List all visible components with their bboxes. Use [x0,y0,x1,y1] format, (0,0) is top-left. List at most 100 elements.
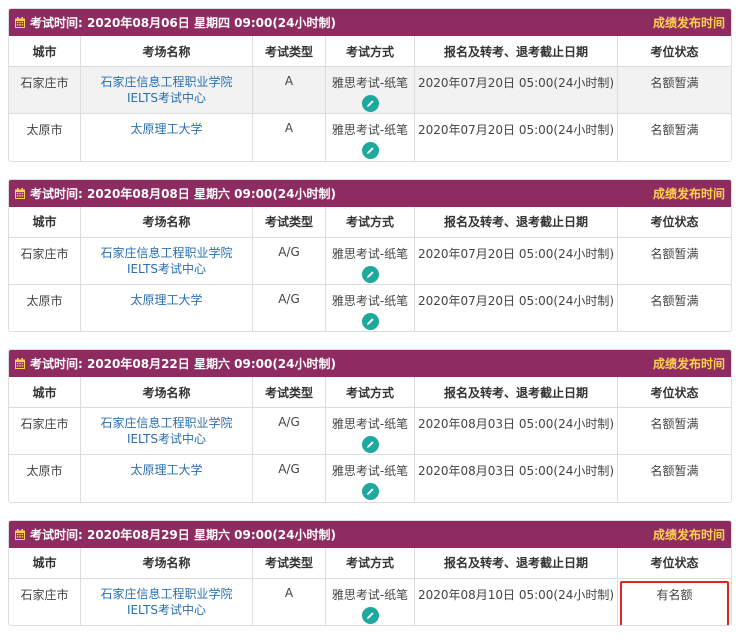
status-cell: 名额暂满 [617,237,731,285]
exam-session-panel: 考试时间: 2020年08月22日 星期六 09:00(24小时制) 成绩发布时… [8,349,732,503]
venue-link[interactable]: 石家庄信息工程职业学院IELTS考试中心 [82,74,251,106]
col-status: 考位状态 [617,377,731,408]
method-cell: 雅思考试-纸笔 [325,66,415,114]
venue-link[interactable]: 太原理工大学 [126,462,206,478]
venue-link[interactable]: 石家庄信息工程职业学院IELTS考试中心 [82,415,251,447]
pencil-icon[interactable] [361,312,379,330]
col-type: 考试类型 [252,377,326,408]
deadline-cell: 2020年07月20日 05:00(24小时制) [414,237,618,285]
city-cell: 石家庄市 [9,407,81,455]
result-release-link[interactable]: 成绩发布时间 [653,185,725,202]
table-row: 石家庄市 石家庄信息工程职业学院IELTS考试中心 A 雅思考试-纸笔 2020… [9,578,732,626]
deadline-cell: 2020年08月03日 05:00(24小时制) [414,407,618,455]
table-row: 石家庄市 石家庄信息工程职业学院IELTS考试中心 A 雅思考试-纸笔 2020… [9,66,731,114]
table-header-row: 城市 考场名称 考试类型 考试方式 报名及转考、退考截止日期 考位状态 [9,36,731,67]
method-label: 雅思考试-纸笔 [331,464,409,478]
col-city: 城市 [9,36,81,67]
exam-session-list: 考试时间: 2020年08月06日 星期四 09:00(24小时制) 成绩发布时… [0,0,739,626]
venue-link[interactable]: 太原理工大学 [126,121,206,137]
col-status: 考位状态 [617,206,731,238]
method-label: 雅思考试-纸笔 [331,246,409,261]
session-title: 考试时间: 2020年08月22日 星期六 09:00(24小时制) [30,357,336,371]
venue-cell: 太原理工大学 [80,284,253,331]
status-cell: 名额暂满 [617,407,731,455]
col-type: 考试类型 [252,547,326,579]
result-release-link[interactable]: 成绩发布时间 [653,526,725,543]
method-label: 雅思考试-纸笔 [331,76,409,90]
col-method: 考试方式 [325,206,415,238]
col-method: 考试方式 [325,547,415,579]
table-header-row: 城市 考场名称 考试类型 考试方式 报名及转考、退考截止日期 考位状态 [9,377,731,408]
type-cell: A [252,578,326,625]
col-status: 考位状态 [617,36,731,67]
venue-link[interactable]: 石家庄信息工程职业学院IELTS考试中心 [82,245,251,277]
result-release-link[interactable]: 成绩发布时间 [653,14,725,31]
session-table: 城市 考场名称 考试类型 考试方式 报名及转考、退考截止日期 考位状态 石家庄市… [9,206,731,331]
exam-session-panel: 考试时间: 2020年08月06日 星期四 09:00(24小时制) 成绩发布时… [8,8,732,162]
venue-cell: 石家庄信息工程职业学院IELTS考试中心 [80,66,253,114]
col-method: 考试方式 [325,36,415,67]
city-cell: 太原市 [9,454,81,502]
session-table: 城市 考场名称 考试类型 考试方式 报名及转考、退考截止日期 考位状态 石家庄市… [9,36,731,161]
session-title: 考试时间: 2020年08月06日 星期四 09:00(24小时制) [30,16,336,30]
status-cell: 名额暂满 [650,123,699,137]
type-cell: A [252,66,326,114]
col-status: 考位状态 [617,547,731,579]
type-cell: A/G [252,237,326,285]
type-cell: A/G [252,284,326,331]
venue-link[interactable]: 石家庄信息工程职业学院IELTS考试中心 [82,586,251,618]
session-table: 城市 考场名称 考试类型 考试方式 报名及转考、退考截止日期 考位状态 石家庄市… [9,547,732,626]
result-release-link[interactable]: 成绩发布时间 [653,355,725,372]
city-cell: 石家庄市 [9,578,81,625]
pencil-icon[interactable] [361,142,379,159]
venue-link[interactable]: 太原理工大学 [126,292,206,308]
col-venue: 考场名称 [80,377,253,408]
type-cell: A/G [252,407,326,455]
method-cell: 雅思考试-纸笔 [325,578,415,625]
status-cell: 有名额 [618,578,732,626]
table-row: 太原市 太原理工大学 A/G 雅思考试-纸笔 2020年08月03日 05:00… [9,454,731,502]
calendar-icon [15,17,25,28]
calendar-icon [15,358,25,369]
method-cell: 雅思考试-纸笔 [325,407,415,455]
col-city: 城市 [9,547,81,579]
deadline-cell: 2020年07月20日 05:00(24小时制) [414,284,618,331]
deadline-cell: 2020年08月03日 05:00(24小时制) [414,454,618,502]
city-cell: 太原市 [9,284,81,331]
pencil-icon[interactable] [361,483,379,500]
col-deadline: 报名及转考、退考截止日期 [414,547,618,579]
exam-session-panel: 考试时间: 2020年08月08日 星期六 09:00(24小时制) 成绩发布时… [8,178,732,332]
table-row: 石家庄市 石家庄信息工程职业学院IELTS考试中心 A/G 雅思考试-纸笔 20… [9,237,731,285]
venue-cell: 石家庄信息工程职业学院IELTS考试中心 [80,407,253,455]
venue-cell: 石家庄信息工程职业学院IELTS考试中心 [80,237,253,285]
session-header: 考试时间: 2020年08月22日 星期六 09:00(24小时制) 成绩发布时… [9,350,731,377]
highlight-box [620,580,729,626]
venue-cell: 太原理工大学 [80,113,253,161]
deadline-cell: 2020年08月10日 05:00(24小时制) [414,578,618,625]
session-title: 考试时间: 2020年08月08日 星期六 09:00(24小时制) [30,186,336,201]
venue-cell: 石家庄信息工程职业学院IELTS考试中心 [80,578,253,625]
pencil-icon[interactable] [361,606,379,624]
method-label: 雅思考试-纸笔 [331,293,409,308]
table-row: 石家庄市 石家庄信息工程职业学院IELTS考试中心 A/G 雅思考试-纸笔 20… [9,407,731,455]
col-deadline: 报名及转考、退考截止日期 [414,206,618,238]
pencil-icon[interactable] [361,95,379,112]
method-label: 雅思考试-纸笔 [331,417,409,431]
col-type: 考试类型 [252,206,326,238]
pencil-icon[interactable] [361,265,379,283]
col-deadline: 报名及转考、退考截止日期 [414,36,618,67]
status-cell: 名额暂满 [650,293,699,308]
col-city: 城市 [9,206,81,238]
session-header: 考试时间: 2020年08月29日 星期六 09:00(24小时制) 成绩发布时… [9,520,731,548]
col-city: 城市 [9,377,81,408]
deadline-cell: 2020年07月20日 05:00(24小时制) [414,113,618,161]
calendar-icon [15,187,25,199]
session-header: 考试时间: 2020年08月08日 星期六 09:00(24小时制) 成绩发布时… [9,179,731,207]
col-venue: 考场名称 [80,547,253,579]
method-cell: 雅思考试-纸笔 [325,237,415,285]
status-cell: 名额暂满 [650,464,699,478]
method-label: 雅思考试-纸笔 [331,587,409,602]
col-deadline: 报名及转考、退考截止日期 [414,377,618,408]
method-cell: 雅思考试-纸笔 [325,284,415,331]
pencil-icon[interactable] [361,436,379,453]
